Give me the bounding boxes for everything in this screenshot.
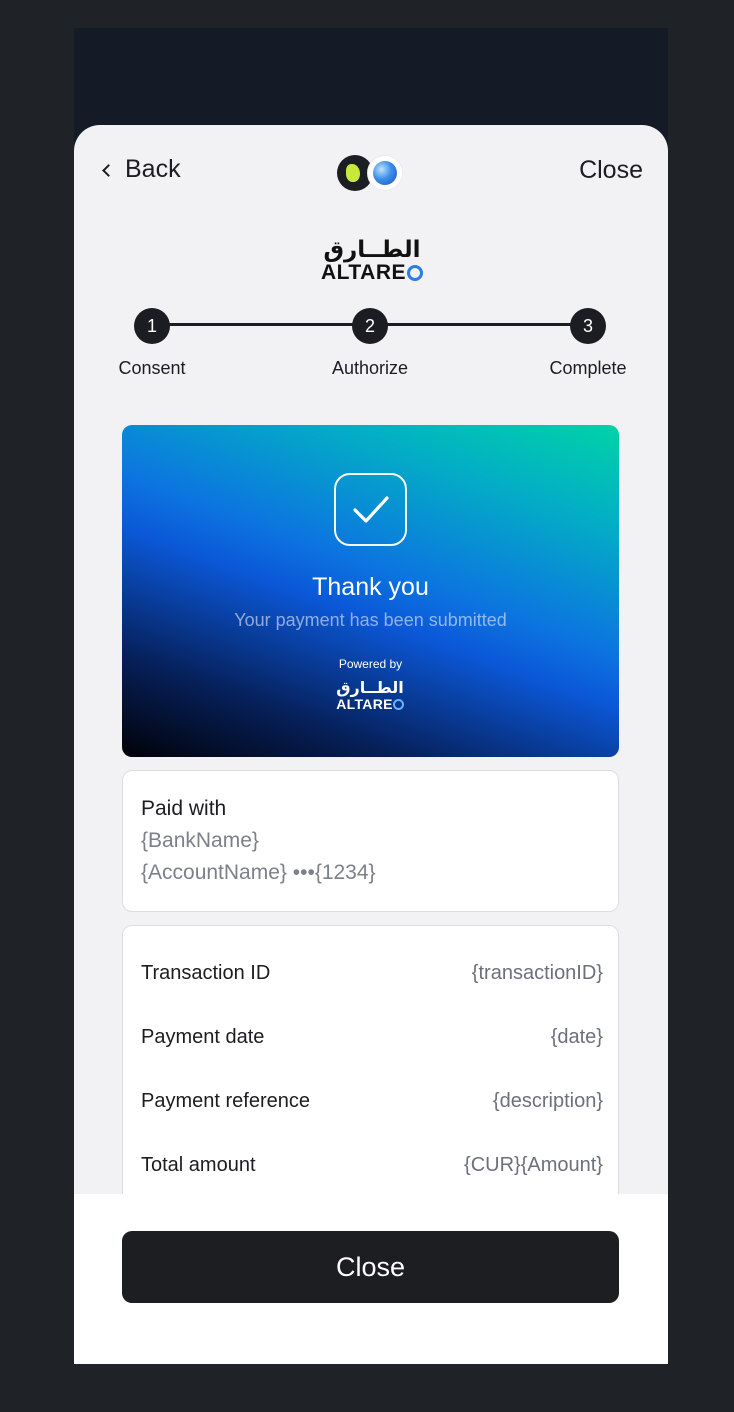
brand-latin: ALTARE xyxy=(313,262,431,284)
progress-stepper: 1 2 3 Consent Authorize Complete xyxy=(74,308,668,388)
brand-arabic: الطــارق xyxy=(323,237,421,263)
detail-value: {transactionID} xyxy=(471,962,603,984)
step-connector xyxy=(370,323,588,326)
step-3-label: Complete xyxy=(549,358,627,378)
detail-label: Payment reference xyxy=(141,1090,310,1112)
detail-row: Transaction ID {transactionID} xyxy=(141,962,603,992)
footer-bar: Close xyxy=(74,1194,668,1364)
detail-label: Total amount xyxy=(141,1154,256,1176)
step-1-dot: 1 xyxy=(134,308,170,344)
partner-logos xyxy=(337,153,403,191)
account-name: {AccountName} •••{1234} xyxy=(141,861,376,884)
success-banner: Thank you Your payment has been submitte… xyxy=(122,425,619,757)
bank-name: {BankName} xyxy=(141,829,259,852)
phone-frame: Back Close الطــارق ALTARE 1 2 3 Consent… xyxy=(74,28,668,1364)
detail-row: Payment reference {description} xyxy=(141,1090,603,1120)
chevron-left-icon xyxy=(102,163,115,177)
success-title: Thank you xyxy=(312,573,429,601)
detail-label: Payment date xyxy=(141,1026,265,1048)
close-button[interactable]: Close xyxy=(122,1231,619,1303)
payment-sheet: Back Close الطــارق ALTARE 1 2 3 Consent… xyxy=(74,125,668,1364)
back-label: Back xyxy=(125,155,181,183)
step-2-label: Authorize xyxy=(331,358,409,378)
altareq-logo-small: الطــارق ALTARE xyxy=(336,678,404,712)
paid-with-card: Paid with {BankName} {AccountName} •••{1… xyxy=(122,770,619,912)
detail-value: {CUR}{Amount} xyxy=(464,1154,603,1176)
step-1-label: Consent xyxy=(118,358,186,378)
step-connector xyxy=(152,323,370,326)
back-button[interactable]: Back xyxy=(102,155,181,184)
step-2-dot: 2 xyxy=(352,308,388,344)
bank-globe-logo-icon xyxy=(367,155,403,191)
checkmark-icon xyxy=(334,473,407,546)
detail-row: Payment date {date} xyxy=(141,1026,603,1056)
top-bar: Back Close xyxy=(74,125,668,217)
step-3-dot: 3 xyxy=(570,308,606,344)
success-subtitle: Your payment has been submitted xyxy=(234,610,507,630)
paid-with-title: Paid with xyxy=(141,797,227,820)
detail-row: Total amount {CUR}{Amount} xyxy=(141,1154,603,1184)
detail-value: {date} xyxy=(550,1026,603,1048)
close-link[interactable]: Close xyxy=(579,156,643,185)
altareq-logo: الطــارق ALTARE xyxy=(313,238,431,284)
powered-by-label: Powered by xyxy=(338,657,403,671)
detail-value: {description} xyxy=(492,1090,603,1112)
detail-label: Transaction ID xyxy=(141,962,271,984)
